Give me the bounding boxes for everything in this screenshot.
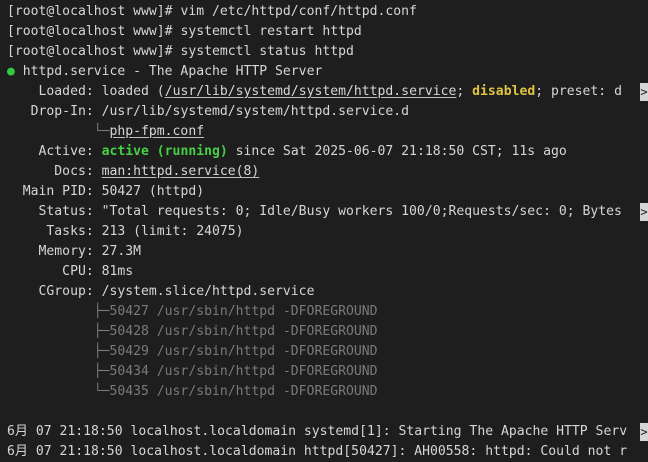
field-label: CPU: <box>7 264 102 279</box>
mainpid-line: Main PID: 50427 (httpd) <box>0 182 648 202</box>
status-value: "Total requests: 0; Idle/Busy workers 10… <box>101 204 622 219</box>
loaded-separator: ; <box>456 84 473 99</box>
dropin-path: /usr/lib/systemd/system/httpd.service.d <box>101 104 410 119</box>
status-dot-icon: ● <box>7 64 15 79</box>
truncation-marker: > <box>640 203 648 221</box>
tree-branch-icon: ├─ <box>7 344 110 359</box>
cpu-line: CPU: 81ms <box>0 262 648 282</box>
tasks-value: 213 (limit: 24075) <box>101 224 244 239</box>
terminal-window[interactable]: [root@localhost www]# vim /etc/httpd/con… <box>0 0 648 459</box>
dropin-line: Drop-In: /usr/lib/systemd/system/httpd.s… <box>0 102 648 122</box>
log-text: 6月 07 21:18:50 localhost.localdomain htt… <box>7 444 628 459</box>
preset-text: ; preset: d <box>535 84 622 99</box>
tree-branch-icon: ├─ <box>7 304 110 319</box>
tree-branch-icon: ├─ <box>7 364 110 379</box>
cgroup-line: CGroup: /system.slice/httpd.service <box>0 282 648 302</box>
field-label: Loaded: <box>7 84 102 99</box>
truncation-marker: > <box>640 83 648 101</box>
cgroup-process: ├─50434 /usr/sbin/httpd -DFOREGROUND <box>0 362 648 382</box>
field-label: Status: <box>7 204 102 219</box>
dropin-file: php-fpm.conf <box>109 124 205 139</box>
cgroup-process: └─50435 /usr/sbin/httpd -DFOREGROUND <box>0 382 648 402</box>
field-label: Active: <box>7 144 102 159</box>
loaded-prefix: loaded ( <box>101 84 165 99</box>
process-entry: 50427 /usr/sbin/httpd -DFOREGROUND <box>109 304 378 319</box>
tree-branch-icon: └─ <box>7 384 110 399</box>
mainpid-value: 50427 (httpd) <box>101 184 205 199</box>
log-line: 6月 07 21:18:50 localhost.localdomain htt… <box>0 442 648 462</box>
docs-link[interactable]: man:httpd.service(8) <box>102 164 260 179</box>
shell-prompt: [root@localhost www]# <box>7 4 181 19</box>
command-line: [root@localhost www]# vim /etc/httpd/con… <box>0 2 648 22</box>
memory-line: Memory: 27.3M <box>0 242 648 262</box>
active-state: active (running) <box>101 144 228 159</box>
process-entry: 50428 /usr/sbin/httpd -DFOREGROUND <box>109 324 378 339</box>
service-header: ● httpd.service - The Apache HTTP Server <box>0 62 648 82</box>
command-text: systemctl restart httpd <box>180 24 362 39</box>
enabled-state: disabled <box>472 84 536 99</box>
command-line: [root@localhost www]# systemctl restart … <box>0 22 648 42</box>
active-since: since Sat 2025-06-07 21:18:50 CST; 11s a… <box>227 144 567 159</box>
field-label: Docs: <box>7 164 102 179</box>
service-unit-title: httpd.service - The Apache HTTP Server <box>14 64 323 79</box>
command-text: systemctl status httpd <box>180 44 354 59</box>
dropin-file-line: └─php-fpm.conf <box>0 122 648 142</box>
field-label: Main PID: <box>7 184 102 199</box>
shell-prompt: [root@localhost www]# <box>7 24 181 39</box>
process-entry: 50429 /usr/sbin/httpd -DFOREGROUND <box>109 344 378 359</box>
field-label: CGroup: <box>7 284 102 299</box>
tasks-line: Tasks: 213 (limit: 24075) <box>0 222 648 242</box>
loaded-line: Loaded: loaded (/usr/lib/systemd/system/… <box>0 82 648 102</box>
command-line: [root@localhost www]# systemctl status h… <box>0 42 648 62</box>
command-text: vim /etc/httpd/conf/httpd.conf <box>180 4 417 19</box>
docs-line: Docs: man:httpd.service(8) <box>0 162 648 182</box>
cgroup-value: /system.slice/httpd.service <box>101 284 315 299</box>
log-text: 6月 07 21:18:50 localhost.localdomain sys… <box>7 424 628 439</box>
field-label: Tasks: <box>7 224 102 239</box>
cgroup-process: ├─50429 /usr/sbin/httpd -DFOREGROUND <box>0 342 648 362</box>
field-label: Memory: <box>7 244 102 259</box>
tree-branch-icon: └─ <box>7 124 110 139</box>
unit-file-path: /usr/lib/systemd/system/httpd.service <box>164 84 457 99</box>
field-label: Drop-In: <box>7 104 102 119</box>
log-line: 6月 07 21:18:50 localhost.localdomain sys… <box>0 422 648 442</box>
memory-value: 27.3M <box>101 244 142 259</box>
tree-branch-icon: ├─ <box>7 324 110 339</box>
cgroup-process: ├─50428 /usr/sbin/httpd -DFOREGROUND <box>0 322 648 342</box>
process-entry: 50434 /usr/sbin/httpd -DFOREGROUND <box>109 364 378 379</box>
active-line: Active: active (running) since Sat 2025-… <box>0 142 648 162</box>
status-line: Status: "Total requests: 0; Idle/Busy wo… <box>0 202 648 222</box>
process-entry: 50435 /usr/sbin/httpd -DFOREGROUND <box>109 384 378 399</box>
truncation-marker: > <box>640 423 648 441</box>
shell-prompt: [root@localhost www]# <box>7 44 181 59</box>
cpu-value: 81ms <box>101 264 134 279</box>
cgroup-process: ├─50427 /usr/sbin/httpd -DFOREGROUND <box>0 302 648 322</box>
